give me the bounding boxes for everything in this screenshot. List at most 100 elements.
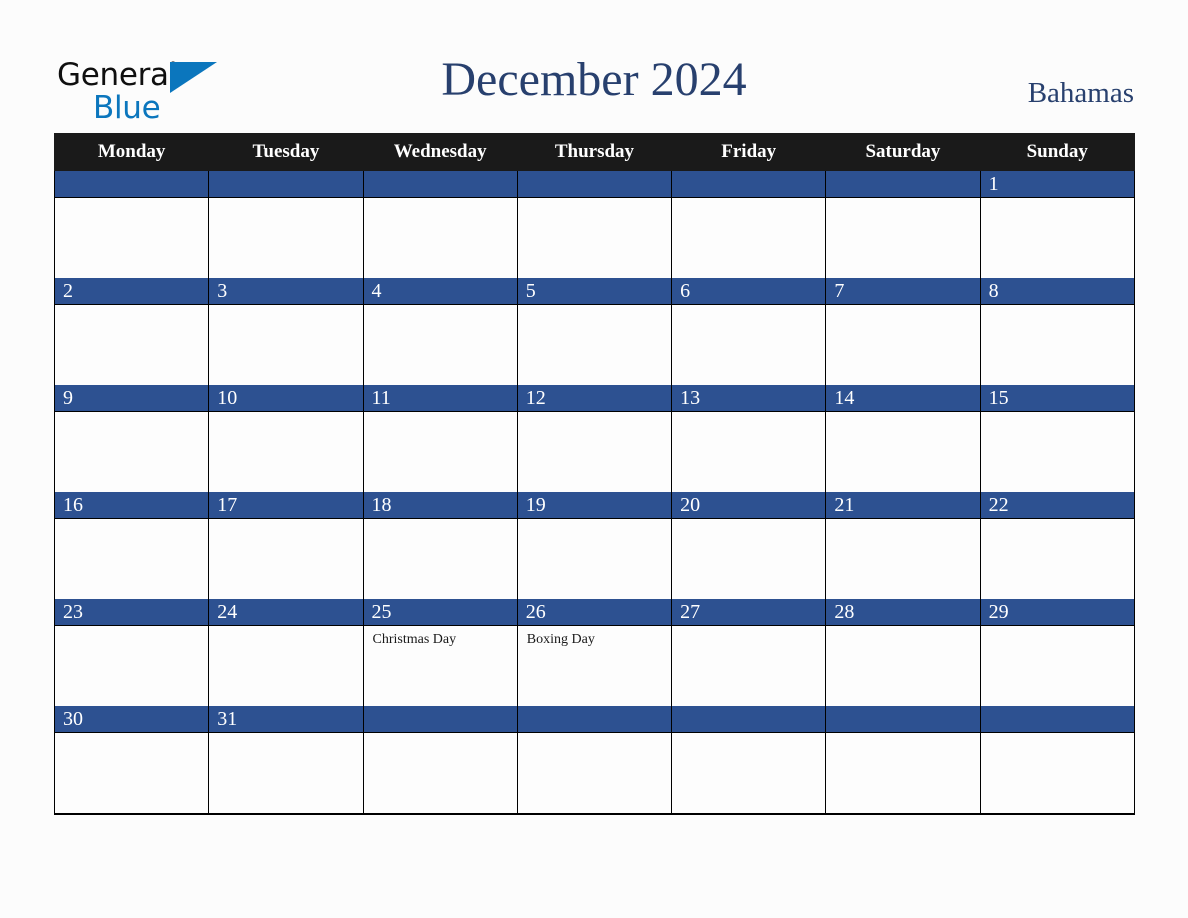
day-cell-inner: 27	[672, 599, 826, 706]
day-cell[interactable]: 1	[979, 170, 1135, 278]
date-number: 2	[63, 280, 73, 302]
date-band: 29	[980, 599, 1134, 626]
day-cell-inner	[672, 706, 826, 813]
day-event-area	[518, 733, 671, 738]
day-cell[interactable]: 21	[825, 492, 981, 599]
day-cell[interactable]: 22	[979, 492, 1135, 599]
day-cell-inner: 2	[55, 278, 209, 385]
day-event-area	[364, 198, 517, 203]
day-cell-inner: 3	[209, 278, 363, 385]
day-event-area	[826, 733, 979, 738]
day-cell-inner: 23	[55, 599, 209, 706]
date-band: 12	[517, 385, 672, 412]
date-band	[672, 171, 826, 198]
date-band	[980, 706, 1134, 733]
day-cell[interactable]: 25 Christmas Day	[362, 599, 518, 706]
day-cell[interactable]: 18	[362, 492, 518, 599]
day-cell-inner: 14	[826, 385, 980, 492]
day-cell-inner: 16	[55, 492, 209, 599]
date-number: 9	[63, 387, 73, 409]
day-event-area	[672, 198, 825, 203]
date-band	[55, 171, 209, 198]
day-event-area	[518, 519, 671, 524]
day-cell[interactable]: 26 Boxing Day	[516, 599, 673, 706]
day-cell[interactable]: 31	[208, 706, 364, 815]
day-cell-empty	[516, 706, 673, 815]
day-event-area	[981, 519, 1134, 524]
date-number: 4	[371, 280, 382, 302]
calendar-week-row: 16 17 18 19 20 21 22	[53, 492, 1135, 599]
date-band: 7	[826, 278, 980, 305]
date-band: 24	[209, 599, 363, 626]
day-event-area	[826, 519, 979, 524]
date-band: 16	[55, 492, 209, 519]
day-cell[interactable]: 4	[362, 278, 518, 385]
date-number: 16	[63, 494, 83, 516]
date-band: 3	[209, 278, 363, 305]
day-cell-empty	[53, 170, 210, 278]
day-cell[interactable]: 5	[516, 278, 673, 385]
date-band	[363, 706, 517, 733]
day-cell[interactable]: 29	[979, 599, 1135, 706]
date-number: 27	[680, 601, 701, 623]
date-band: 8	[980, 278, 1134, 305]
weekday-header-wednesday: Wednesday	[362, 133, 518, 171]
day-cell-inner	[363, 706, 517, 813]
date-band	[209, 171, 363, 198]
date-band: 25	[363, 599, 517, 626]
day-cell[interactable]: 3	[208, 278, 364, 385]
date-band: 1	[980, 171, 1134, 198]
day-cell-inner: 12	[517, 385, 672, 492]
day-cell-inner: 15	[980, 385, 1134, 492]
day-event-area	[518, 305, 671, 310]
date-number: 11	[371, 387, 391, 409]
day-cell[interactable]: 28	[825, 599, 981, 706]
day-cell[interactable]: 30	[53, 706, 210, 815]
day-cell[interactable]: 2	[53, 278, 210, 385]
date-number: 12	[525, 387, 546, 409]
date-number: 19	[525, 494, 546, 516]
day-cell[interactable]: 7	[825, 278, 981, 385]
day-cell-inner: 6	[672, 278, 826, 385]
day-cell[interactable]: 12	[516, 385, 673, 492]
day-cell[interactable]: 9	[53, 385, 210, 492]
day-cell[interactable]: 24	[208, 599, 364, 706]
holiday-label: Christmas Day	[372, 632, 457, 647]
day-event-area	[55, 733, 208, 738]
date-band: 23	[55, 599, 209, 626]
day-cell[interactable]: 13	[671, 385, 827, 492]
day-event-area: Christmas Day	[364, 626, 517, 649]
day-cell[interactable]: 15	[979, 385, 1135, 492]
day-cell-inner: 24	[209, 599, 363, 706]
holiday-label: Boxing Day	[526, 632, 595, 647]
day-cell[interactable]: 8	[979, 278, 1135, 385]
day-cell[interactable]: 11	[362, 385, 518, 492]
date-band	[517, 171, 672, 198]
day-cell[interactable]: 16	[53, 492, 210, 599]
day-cell[interactable]: 6	[671, 278, 827, 385]
date-band	[672, 706, 826, 733]
date-band: 19	[517, 492, 672, 519]
day-cell[interactable]: 14	[825, 385, 981, 492]
day-cell[interactable]: 10	[208, 385, 364, 492]
day-cell[interactable]: 27	[671, 599, 827, 706]
day-event-area	[981, 733, 1134, 738]
day-cell[interactable]: 23	[53, 599, 210, 706]
date-number: 14	[834, 387, 855, 409]
day-event-area	[826, 305, 979, 310]
day-event-area	[364, 412, 517, 417]
day-cell[interactable]: 19	[516, 492, 673, 599]
day-event-area	[981, 412, 1134, 417]
day-cell[interactable]: 17	[208, 492, 364, 599]
day-event-area	[826, 412, 979, 417]
day-cell-empty	[825, 706, 981, 815]
date-band: 26	[517, 599, 672, 626]
date-band: 17	[209, 492, 363, 519]
date-number: 20	[680, 494, 701, 516]
date-band: 21	[826, 492, 980, 519]
day-event-area	[55, 519, 208, 524]
day-cell-inner	[55, 171, 209, 278]
day-cell[interactable]: 20	[671, 492, 827, 599]
date-number: 1	[988, 173, 999, 195]
page-title: December 2024	[441, 53, 747, 106]
